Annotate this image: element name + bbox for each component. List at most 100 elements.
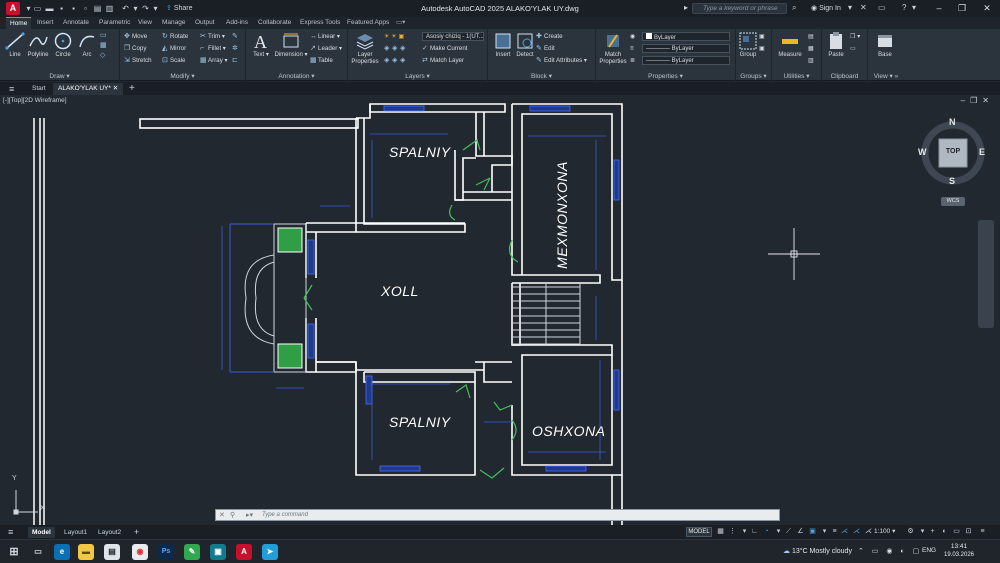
layout-menu-icon[interactable]: ≡ — [4, 527, 17, 538]
lineweight-icon[interactable]: ≣ — [630, 56, 635, 65]
tab-layout2[interactable]: Layout2 — [94, 527, 125, 538]
snap-dropdown-icon[interactable]: ▾ — [740, 527, 749, 537]
utilities-tool-1-icon[interactable]: ▤ — [808, 32, 814, 41]
dimension-button[interactable]: Dimension ▾ — [274, 31, 308, 59]
object-snap-icon[interactable]: ▣ — [808, 527, 817, 537]
arc-button[interactable]: Arc — [76, 31, 98, 59]
model-space-button[interactable]: MODEL — [686, 527, 712, 537]
insert-block-button[interactable]: Insert — [492, 31, 514, 59]
tab-collaborate[interactable]: Collaborate — [254, 17, 295, 29]
close-tab-icon[interactable]: ✕ — [113, 85, 118, 92]
offset-button[interactable]: ⊏ — [232, 56, 240, 65]
scale-button[interactable]: ⊡ Scale — [162, 56, 185, 65]
command-line[interactable]: ✕ ⚲ ▸▾ Type a command — [215, 509, 780, 521]
polar-dropdown-icon[interactable]: ▾ — [774, 527, 783, 537]
edit-block-button[interactable]: ✎ Edit — [536, 44, 555, 53]
panel-groups-label[interactable]: Groups ▾ — [736, 72, 771, 80]
restore-button[interactable]: ❐ — [953, 2, 971, 14]
stretch-button[interactable]: ⇲ Stretch — [124, 56, 152, 65]
app-icon[interactable]: ▣ — [210, 544, 226, 560]
feather-app-icon[interactable]: ✎ — [184, 544, 200, 560]
erase-button[interactable]: ✎ — [232, 32, 240, 41]
mirror-button[interactable]: ◭ Mirror — [162, 44, 186, 53]
layer-tools-row-2[interactable]: ◈ ◈ ◈ — [384, 56, 408, 65]
hamburger-menu-icon[interactable]: ≡ — [4, 83, 19, 95]
color-wheel-icon[interactable]: ◉ — [630, 32, 635, 41]
panel-layers-label[interactable]: Layers ▾ — [348, 72, 487, 80]
customization-icon[interactable]: ≡ — [978, 527, 987, 537]
annotation-scale-icon[interactable]: ⋌ — [840, 527, 849, 537]
tab-annotate[interactable]: Annotate — [59, 17, 93, 29]
leader-button[interactable]: ↗ Leader ▾ — [310, 44, 342, 53]
detect-button[interactable]: Detect — [514, 31, 536, 59]
tab-model[interactable]: Model — [28, 527, 55, 538]
new-tab-icon[interactable]: + — [124, 83, 140, 95]
clock-time[interactable]: 13:41 — [943, 543, 975, 550]
tab-add-ins[interactable]: Add-ins — [222, 17, 252, 29]
viewcube-north[interactable]: N — [949, 117, 956, 127]
tab-insert[interactable]: Insert — [33, 17, 57, 29]
fillet-button[interactable]: ⌐ Fillet ▾ — [200, 44, 226, 53]
command-prompt-icon[interactable]: ▸▾ — [246, 511, 253, 519]
linetype-icon[interactable]: ≡ — [630, 44, 634, 53]
tab-featured-apps[interactable]: Featured Apps — [343, 17, 393, 29]
search-icon[interactable]: ⌕ — [792, 3, 796, 13]
grid-icon[interactable]: ▦ — [716, 527, 725, 537]
clock-date[interactable]: 19.03.2026 — [939, 552, 979, 558]
clean-screen-icon[interactable]: ⊡ — [964, 527, 973, 537]
signin-dropdown-icon[interactable]: ▾ — [848, 3, 852, 12]
tab-view[interactable]: View — [134, 17, 156, 29]
hardware-acceleration-icon[interactable]: ▭ — [952, 527, 961, 537]
auto-scale-icon[interactable]: ⋌ — [864, 527, 873, 537]
panel-block-label[interactable]: Block ▾ — [488, 72, 595, 80]
base-view-button[interactable]: Base — [872, 31, 898, 59]
sign-in-button[interactable]: ◉ Sign In — [811, 4, 841, 12]
snap-mode-icon[interactable]: ⋮ — [728, 527, 737, 537]
chrome-icon[interactable]: ◉ — [132, 544, 148, 560]
tab-output[interactable]: Output — [191, 17, 219, 29]
viewcube-south[interactable]: S — [949, 176, 955, 186]
lineweight-dropdown[interactable]: ———— ByLayer — [642, 56, 730, 65]
rotate-button[interactable]: ↻ Rotate — [162, 32, 188, 41]
help-dropdown-icon[interactable]: ▾ — [912, 3, 916, 12]
autodesk-app-store-icon[interactable]: ✕ — [860, 3, 867, 12]
panel-properties-label[interactable]: Properties ▾ — [596, 72, 735, 80]
isodraft-icon[interactable]: ⟋ — [784, 527, 793, 537]
text-button[interactable]: A Text ▾ — [250, 31, 272, 59]
trim-button[interactable]: ✂ Trim ▾ — [200, 32, 225, 41]
array-button[interactable]: ▦Array ▾ — [200, 56, 228, 65]
rectangle-button[interactable]: ▭ — [100, 31, 108, 40]
help-icon[interactable]: ? — [902, 3, 906, 12]
layer-state-icons[interactable]: ☀ ☀ ▣ — [384, 32, 404, 41]
minimize-button[interactable]: – — [930, 2, 948, 14]
store-icon[interactable]: ▤ — [104, 544, 120, 560]
measure-button[interactable]: Measure — [776, 31, 804, 59]
boundary-button[interactable]: ◇ — [100, 51, 108, 60]
panel-annotation-label[interactable]: Annotation ▾ — [246, 72, 347, 80]
start-tab[interactable]: Start — [27, 83, 51, 95]
command-customize-icon[interactable]: ⚲ — [230, 511, 235, 519]
annotation-visibility-icon[interactable]: ⋌ — [852, 527, 861, 537]
wcs-menu[interactable]: WCS — [941, 197, 965, 206]
command-input[interactable]: Type a command — [262, 511, 308, 520]
linetype-dropdown[interactable]: ———— ByLayer — [642, 44, 730, 53]
workspace-gear-icon[interactable]: ⚙ — [906, 527, 915, 537]
tab-express-tools[interactable]: Express Tools — [296, 17, 344, 29]
layer-tools-row-1[interactable]: ◈ ◈ ◈ — [384, 44, 408, 53]
copy-button[interactable]: ❐ Copy — [124, 44, 146, 53]
system-tray-icons[interactable]: ⌃ ▭ ◉ ◐ ▢ — [858, 547, 922, 555]
tab-manage[interactable]: Manage — [158, 17, 190, 29]
match-properties-button[interactable]: Match Properties — [598, 31, 628, 66]
viewcube-top-face[interactable]: TOP — [942, 148, 964, 155]
ribbon-toggle-icon[interactable]: ▭▾ — [392, 17, 409, 29]
task-view-icon[interactable]: ▭ — [30, 544, 46, 560]
edge-browser-icon[interactable]: e — [54, 544, 70, 560]
panel-draw-label[interactable]: Draw ▾ — [0, 72, 119, 80]
isolate-objects-icon[interactable]: ◐ — [940, 527, 949, 537]
workspace-dropdown-icon[interactable]: ▾ — [918, 527, 927, 537]
layer-dropdown[interactable]: Asosiy chiziq - 1(UT... — [422, 32, 484, 41]
command-close-icon[interactable]: ✕ — [219, 511, 225, 519]
clipboard-copy-icon[interactable]: ❐ ▾ — [850, 32, 860, 41]
annotation-monitor-icon[interactable]: + — [928, 527, 937, 537]
group-button[interactable]: Group — [738, 31, 758, 59]
